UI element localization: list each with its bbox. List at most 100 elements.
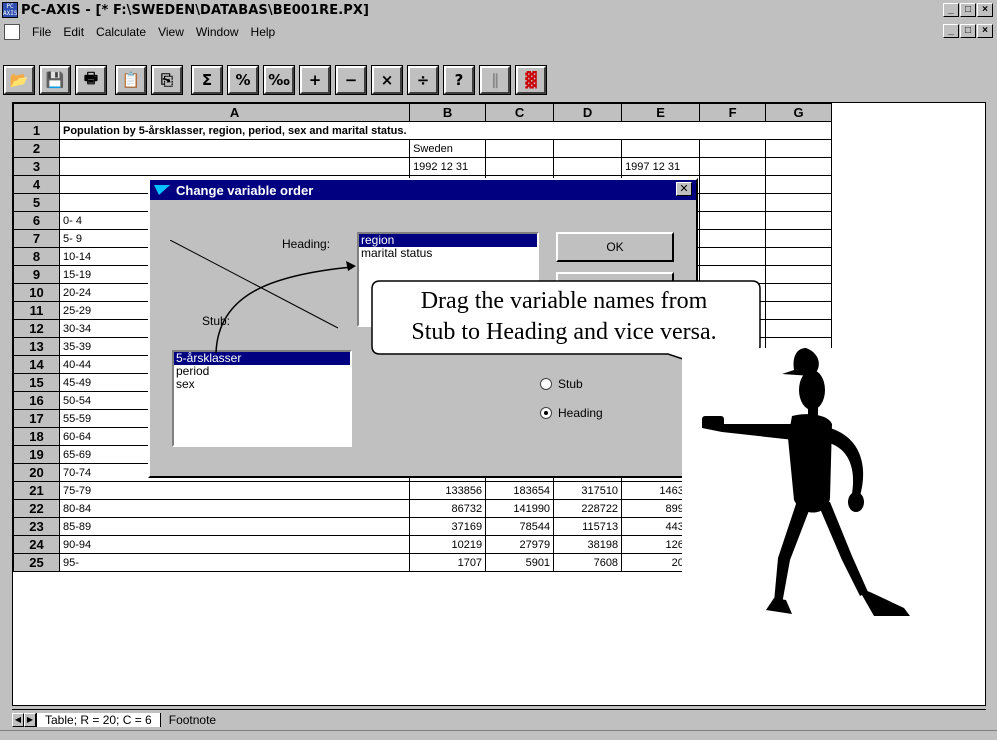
grid-cell[interactable]: 90-94: [58, 535, 411, 554]
grid-cell[interactable]: 183654: [485, 481, 555, 500]
column-header-b[interactable]: B: [409, 103, 487, 122]
grid-cell[interactable]: 27979: [485, 535, 555, 554]
grid-cell[interactable]: 85-89: [58, 517, 411, 536]
grid-cell[interactable]: 75-79: [58, 481, 411, 500]
row-header[interactable]: 9: [13, 265, 60, 284]
row-header[interactable]: 24: [13, 535, 60, 554]
paste-button[interactable]: 📋: [115, 65, 147, 95]
grid-cell[interactable]: [765, 265, 833, 284]
divide-button[interactable]: ÷: [407, 65, 439, 95]
grid-cell[interactable]: [699, 247, 767, 266]
grid-cell[interactable]: 228722: [553, 499, 623, 518]
corner-header[interactable]: [13, 103, 60, 122]
tab-scroll-left-icon[interactable]: ◀: [12, 712, 24, 727]
grid-cell[interactable]: 1997 12 31: [621, 157, 701, 176]
grid-cell[interactable]: [485, 157, 555, 176]
menu-view[interactable]: View: [158, 25, 184, 39]
grid-cell[interactable]: [765, 193, 833, 212]
permille-button[interactable]: ‰: [263, 65, 295, 95]
pc-axis-app-icon[interactable]: PC AXIS: [2, 2, 18, 18]
grid-cell[interactable]: [485, 139, 555, 158]
row-header[interactable]: 7: [13, 229, 60, 248]
row-header[interactable]: 25: [13, 553, 60, 572]
row-header[interactable]: 22: [13, 499, 60, 518]
column-header-c[interactable]: C: [485, 103, 555, 122]
row-header[interactable]: 2: [13, 139, 60, 158]
grid-cell[interactable]: 95-: [58, 553, 411, 572]
tab-table[interactable]: Table; R = 20; C = 6: [36, 712, 161, 727]
grid-cell[interactable]: 133856: [409, 481, 487, 500]
stub-item-period[interactable]: period: [174, 365, 350, 378]
percent-button[interactable]: %: [227, 65, 259, 95]
row-header[interactable]: 18: [13, 427, 60, 446]
doc-minimize-icon[interactable]: _: [943, 24, 959, 38]
row-header[interactable]: 10: [13, 283, 60, 302]
grid-cell[interactable]: Sweden: [409, 139, 487, 158]
stub-listbox[interactable]: 5-årsklasser period sex: [172, 350, 352, 447]
row-header[interactable]: 1: [13, 121, 60, 140]
grid-cell[interactable]: [765, 121, 833, 140]
grid-cell[interactable]: [699, 229, 767, 248]
grid-cell[interactable]: [699, 175, 767, 194]
grid-cell[interactable]: [699, 139, 767, 158]
grid-cell[interactable]: 115713: [553, 517, 623, 536]
row-header[interactable]: 19: [13, 445, 60, 464]
grid-cell[interactable]: 7608: [553, 553, 623, 572]
grid-cell[interactable]: [553, 157, 623, 176]
column-header-e[interactable]: E: [621, 103, 701, 122]
row-header[interactable]: 20: [13, 463, 60, 482]
doc-restore-icon[interactable]: □: [960, 24, 976, 38]
dialog-title-bar[interactable]: Change variable order ✕: [150, 180, 696, 200]
row-header[interactable]: 3: [13, 157, 60, 176]
grid-cell[interactable]: 317510: [553, 481, 623, 500]
grid-cell[interactable]: 38198: [553, 535, 623, 554]
ok-button[interactable]: OK: [556, 232, 674, 262]
open-button[interactable]: 📂: [3, 65, 35, 95]
grid-cell[interactable]: 5901: [485, 553, 555, 572]
grid-cell[interactable]: [485, 121, 554, 140]
subtract-button[interactable]: −: [335, 65, 367, 95]
grid-cell[interactable]: [621, 121, 700, 140]
minimize-icon[interactable]: _: [943, 3, 959, 17]
tab-footnote[interactable]: Footnote: [161, 713, 224, 727]
column-header-d[interactable]: D: [553, 103, 623, 122]
grid-cell[interactable]: 80-84: [58, 499, 411, 518]
save-button[interactable]: 💾: [39, 65, 71, 95]
row-header[interactable]: 12: [13, 319, 60, 338]
menu-window[interactable]: Window: [196, 25, 239, 39]
grid-cell[interactable]: [765, 301, 833, 320]
row-header[interactable]: 15: [13, 373, 60, 392]
menu-file[interactable]: File: [32, 25, 51, 39]
grid-cell[interactable]: [765, 247, 833, 266]
grid-cell[interactable]: [621, 139, 701, 158]
stub-item-sex[interactable]: sex: [174, 378, 350, 391]
row-header[interactable]: 8: [13, 247, 60, 266]
copy-button[interactable]: ⎘: [151, 65, 183, 95]
tab-scroll-right-icon[interactable]: ▶: [24, 712, 36, 727]
close-icon[interactable]: ×: [977, 3, 993, 17]
sum-button[interactable]: Σ: [191, 65, 223, 95]
grid-cell[interactable]: 86732: [409, 499, 487, 518]
table-title-cell[interactable]: Population by 5-årsklasser, region, peri…: [58, 121, 410, 140]
dialog-close-icon[interactable]: ✕: [676, 182, 692, 196]
grid-cell[interactable]: 1992 12 31: [409, 157, 487, 176]
help-button[interactable]: ?: [443, 65, 475, 95]
heading-item-marital-status[interactable]: marital status: [359, 247, 537, 260]
maximize-icon[interactable]: □: [960, 3, 976, 17]
doc-close-icon[interactable]: ×: [977, 24, 993, 38]
grid-cell[interactable]: [58, 157, 411, 176]
chart-button[interactable]: ▓: [515, 65, 547, 95]
grid-cell[interactable]: [699, 121, 766, 140]
grid-cell[interactable]: [765, 139, 833, 158]
column-header-a[interactable]: A: [58, 103, 411, 122]
row-header[interactable]: 4: [13, 175, 60, 194]
grid-cell[interactable]: [699, 211, 767, 230]
grid-cell[interactable]: 1707: [409, 553, 487, 572]
column-header-g[interactable]: G: [765, 103, 833, 122]
document-icon[interactable]: [4, 24, 20, 40]
grid-cell[interactable]: [765, 175, 833, 194]
multiply-button[interactable]: ×: [371, 65, 403, 95]
menu-calculate[interactable]: Calculate: [96, 25, 146, 39]
grid-cell[interactable]: [765, 211, 833, 230]
row-header[interactable]: 14: [13, 355, 60, 374]
